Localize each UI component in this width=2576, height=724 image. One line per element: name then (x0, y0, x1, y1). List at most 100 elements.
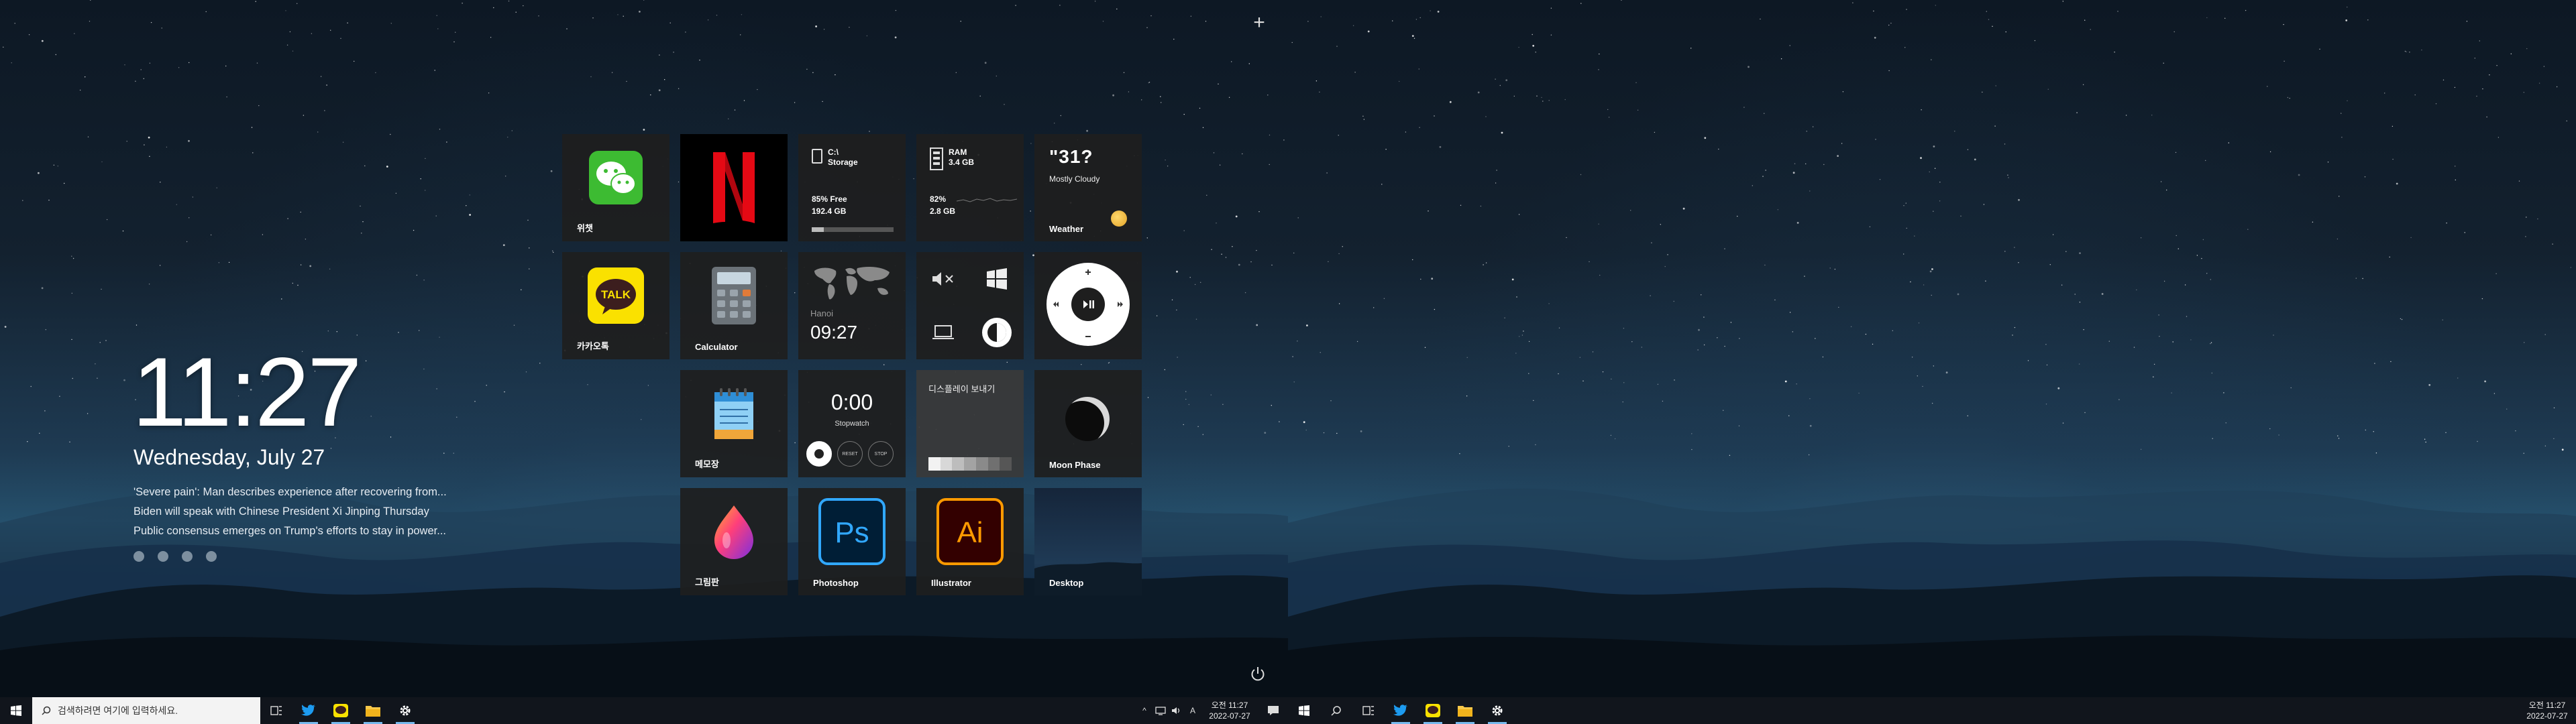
start-button[interactable] (1288, 697, 1320, 724)
tile-label: Photoshop (813, 578, 859, 588)
calculator-icon (680, 252, 788, 339)
task-view-button[interactable] (260, 697, 292, 724)
ram-icon (930, 147, 943, 170)
taskbar-clock-date: 2022-07-27 (1209, 711, 1250, 721)
ram-graph (957, 198, 1017, 202)
tile-quick-settings[interactable] (916, 252, 1024, 359)
tile-display-send[interactable]: 디스플레이 보내기 (916, 370, 1024, 477)
taskbar-app-kakaotalk[interactable] (325, 697, 357, 724)
kakaotalk-icon (1426, 704, 1440, 717)
start-button[interactable] (0, 697, 32, 724)
weather-temp: "31? (1049, 146, 1093, 167)
taskbar-clock-time: 오전 11:27 (2528, 701, 2566, 710)
page-dot[interactable] (182, 551, 193, 562)
tile-label: Calculator (695, 342, 738, 352)
brightness-icon[interactable] (970, 306, 1024, 359)
tile-moon-phase[interactable]: Moon Phase (1034, 370, 1142, 477)
lock-date: Wednesday, July 27 (133, 445, 325, 469)
moon-icon (1065, 397, 1110, 441)
weather-desc: Mostly Cloudy (1049, 174, 1100, 184)
news-item[interactable]: Public consensus emerges on Trump's effo… (133, 522, 482, 541)
windows-icon (11, 705, 21, 716)
stopwatch-start-button[interactable] (806, 441, 832, 467)
tile-notepad[interactable]: 메모장 (680, 370, 788, 477)
taskbar-app-kakaotalk[interactable] (1417, 697, 1449, 724)
taskbar-app-settings[interactable] (389, 697, 421, 724)
notepad-icon (680, 370, 788, 457)
taskbar-app-file-explorer[interactable] (1449, 697, 1481, 724)
input-language-indicator[interactable]: A (1185, 697, 1201, 724)
storage-free-pct: 85% Free (812, 194, 847, 204)
search-icon (42, 706, 51, 715)
page-dot[interactable] (206, 551, 217, 562)
action-center-button[interactable] (1258, 697, 1288, 724)
taskbar-app-settings[interactable] (1481, 697, 1513, 724)
taskbar-clock[interactable]: 오전 11:27 2022-07-27 (2518, 700, 2576, 721)
storage-bar (812, 227, 894, 232)
search-button[interactable] (1320, 697, 1352, 724)
tile-label: Weather (1049, 224, 1084, 234)
tile-kakaotalk[interactable]: TALK 카카오톡 (562, 252, 669, 359)
gear-icon (1492, 705, 1503, 716)
search-placeholder: 검색하려면 여기에 입력하세요. (58, 705, 178, 716)
search-icon (1331, 706, 1341, 716)
storage-drive: C:\ (828, 147, 839, 157)
volume-icon[interactable] (1169, 697, 1185, 724)
photoshop-logo-text: Ps (835, 516, 869, 549)
world-clock-time: 09:27 (810, 322, 858, 343)
notification-icon (1268, 706, 1279, 715)
tile-illustrator[interactable]: Ai Illustrator (916, 488, 1024, 595)
task-view-button[interactable] (1352, 697, 1385, 724)
tile-storage[interactable]: C:\ Storage 85% Free 192.4 GB (798, 134, 906, 241)
taskbar-app-twitter[interactable] (292, 697, 325, 724)
stopwatch-reset-button[interactable]: RESET (837, 441, 863, 467)
tile-ram[interactable]: RAM 3.4 GB 82% 2.8 GB (916, 134, 1024, 241)
tile-weather[interactable]: "31? Mostly Cloudy Weather (1034, 134, 1142, 241)
news-feed: 'Severe pain': Man describes experience … (133, 483, 482, 541)
tile-stopwatch[interactable]: 0:00 Stopwatch RESET STOP (798, 370, 906, 477)
tile-label: Desktop (1049, 578, 1084, 588)
news-item[interactable]: 'Severe pain': Man describes experience … (133, 483, 482, 502)
twitter-icon (1393, 705, 1407, 716)
storage-title: Storage (828, 158, 858, 167)
page-dot[interactable] (133, 551, 144, 562)
windows-icon[interactable] (970, 252, 1024, 306)
system-tray: ^ A 오전 11:27 2022-07-27 (1136, 697, 1288, 724)
wechat-icon (562, 134, 669, 221)
network-icon[interactable] (1152, 697, 1169, 724)
kakaotalk-icon: TALK (562, 252, 669, 339)
system-tray: 오전 11:27 2022-07-27 (2518, 697, 2576, 724)
taskbar-app-twitter[interactable] (1385, 697, 1417, 724)
add-tile-button[interactable]: + (1250, 13, 1268, 33)
news-item[interactable]: Biden will speak with Chinese President … (133, 502, 482, 522)
taskbar-secondary: 오전 11:27 2022-07-27 (1288, 697, 2576, 724)
paint-icon (680, 488, 788, 575)
tile-calculator[interactable]: Calculator (680, 252, 788, 359)
page-dot[interactable] (158, 551, 168, 562)
tile-netflix[interactable] (680, 134, 788, 241)
stopwatch-time: 0:00 (830, 390, 873, 414)
power-icon[interactable] (1249, 665, 1267, 682)
tile-desktop[interactable]: Desktop (1034, 488, 1142, 595)
chevron-up-icon[interactable]: ^ (1136, 697, 1152, 724)
illustrator-icon: Ai (916, 488, 1024, 575)
twitter-icon (301, 705, 315, 716)
tile-paint[interactable]: 그림판 (680, 488, 788, 595)
play-pause-icon[interactable] (1046, 263, 1130, 346)
taskbar-clock-time: 오전 11:27 (1211, 701, 1248, 710)
search-input[interactable]: 검색하려면 여기에 입력하세요. (32, 697, 260, 724)
stopwatch-stop-button[interactable]: STOP (868, 441, 894, 467)
taskbar-clock[interactable]: 오전 11:27 2022-07-27 (1201, 700, 1258, 721)
tile-world-clock[interactable]: Hanoi 09:27 (798, 252, 906, 359)
display-send-title: 디스플레이 보내기 (928, 384, 996, 394)
mute-icon[interactable] (916, 252, 970, 306)
kakaotalk-logo-text: TALK (601, 288, 631, 301)
photoshop-icon: Ps (798, 488, 906, 575)
tile-media-player[interactable] (1034, 252, 1142, 359)
tile-label: Illustrator (931, 578, 971, 588)
taskbar-app-file-explorer[interactable] (357, 697, 389, 724)
illustrator-logo-text: Ai (957, 516, 983, 549)
tile-photoshop[interactable]: Ps Photoshop (798, 488, 906, 595)
tile-wechat[interactable]: 위챗 (562, 134, 669, 241)
laptop-icon[interactable] (916, 306, 970, 359)
